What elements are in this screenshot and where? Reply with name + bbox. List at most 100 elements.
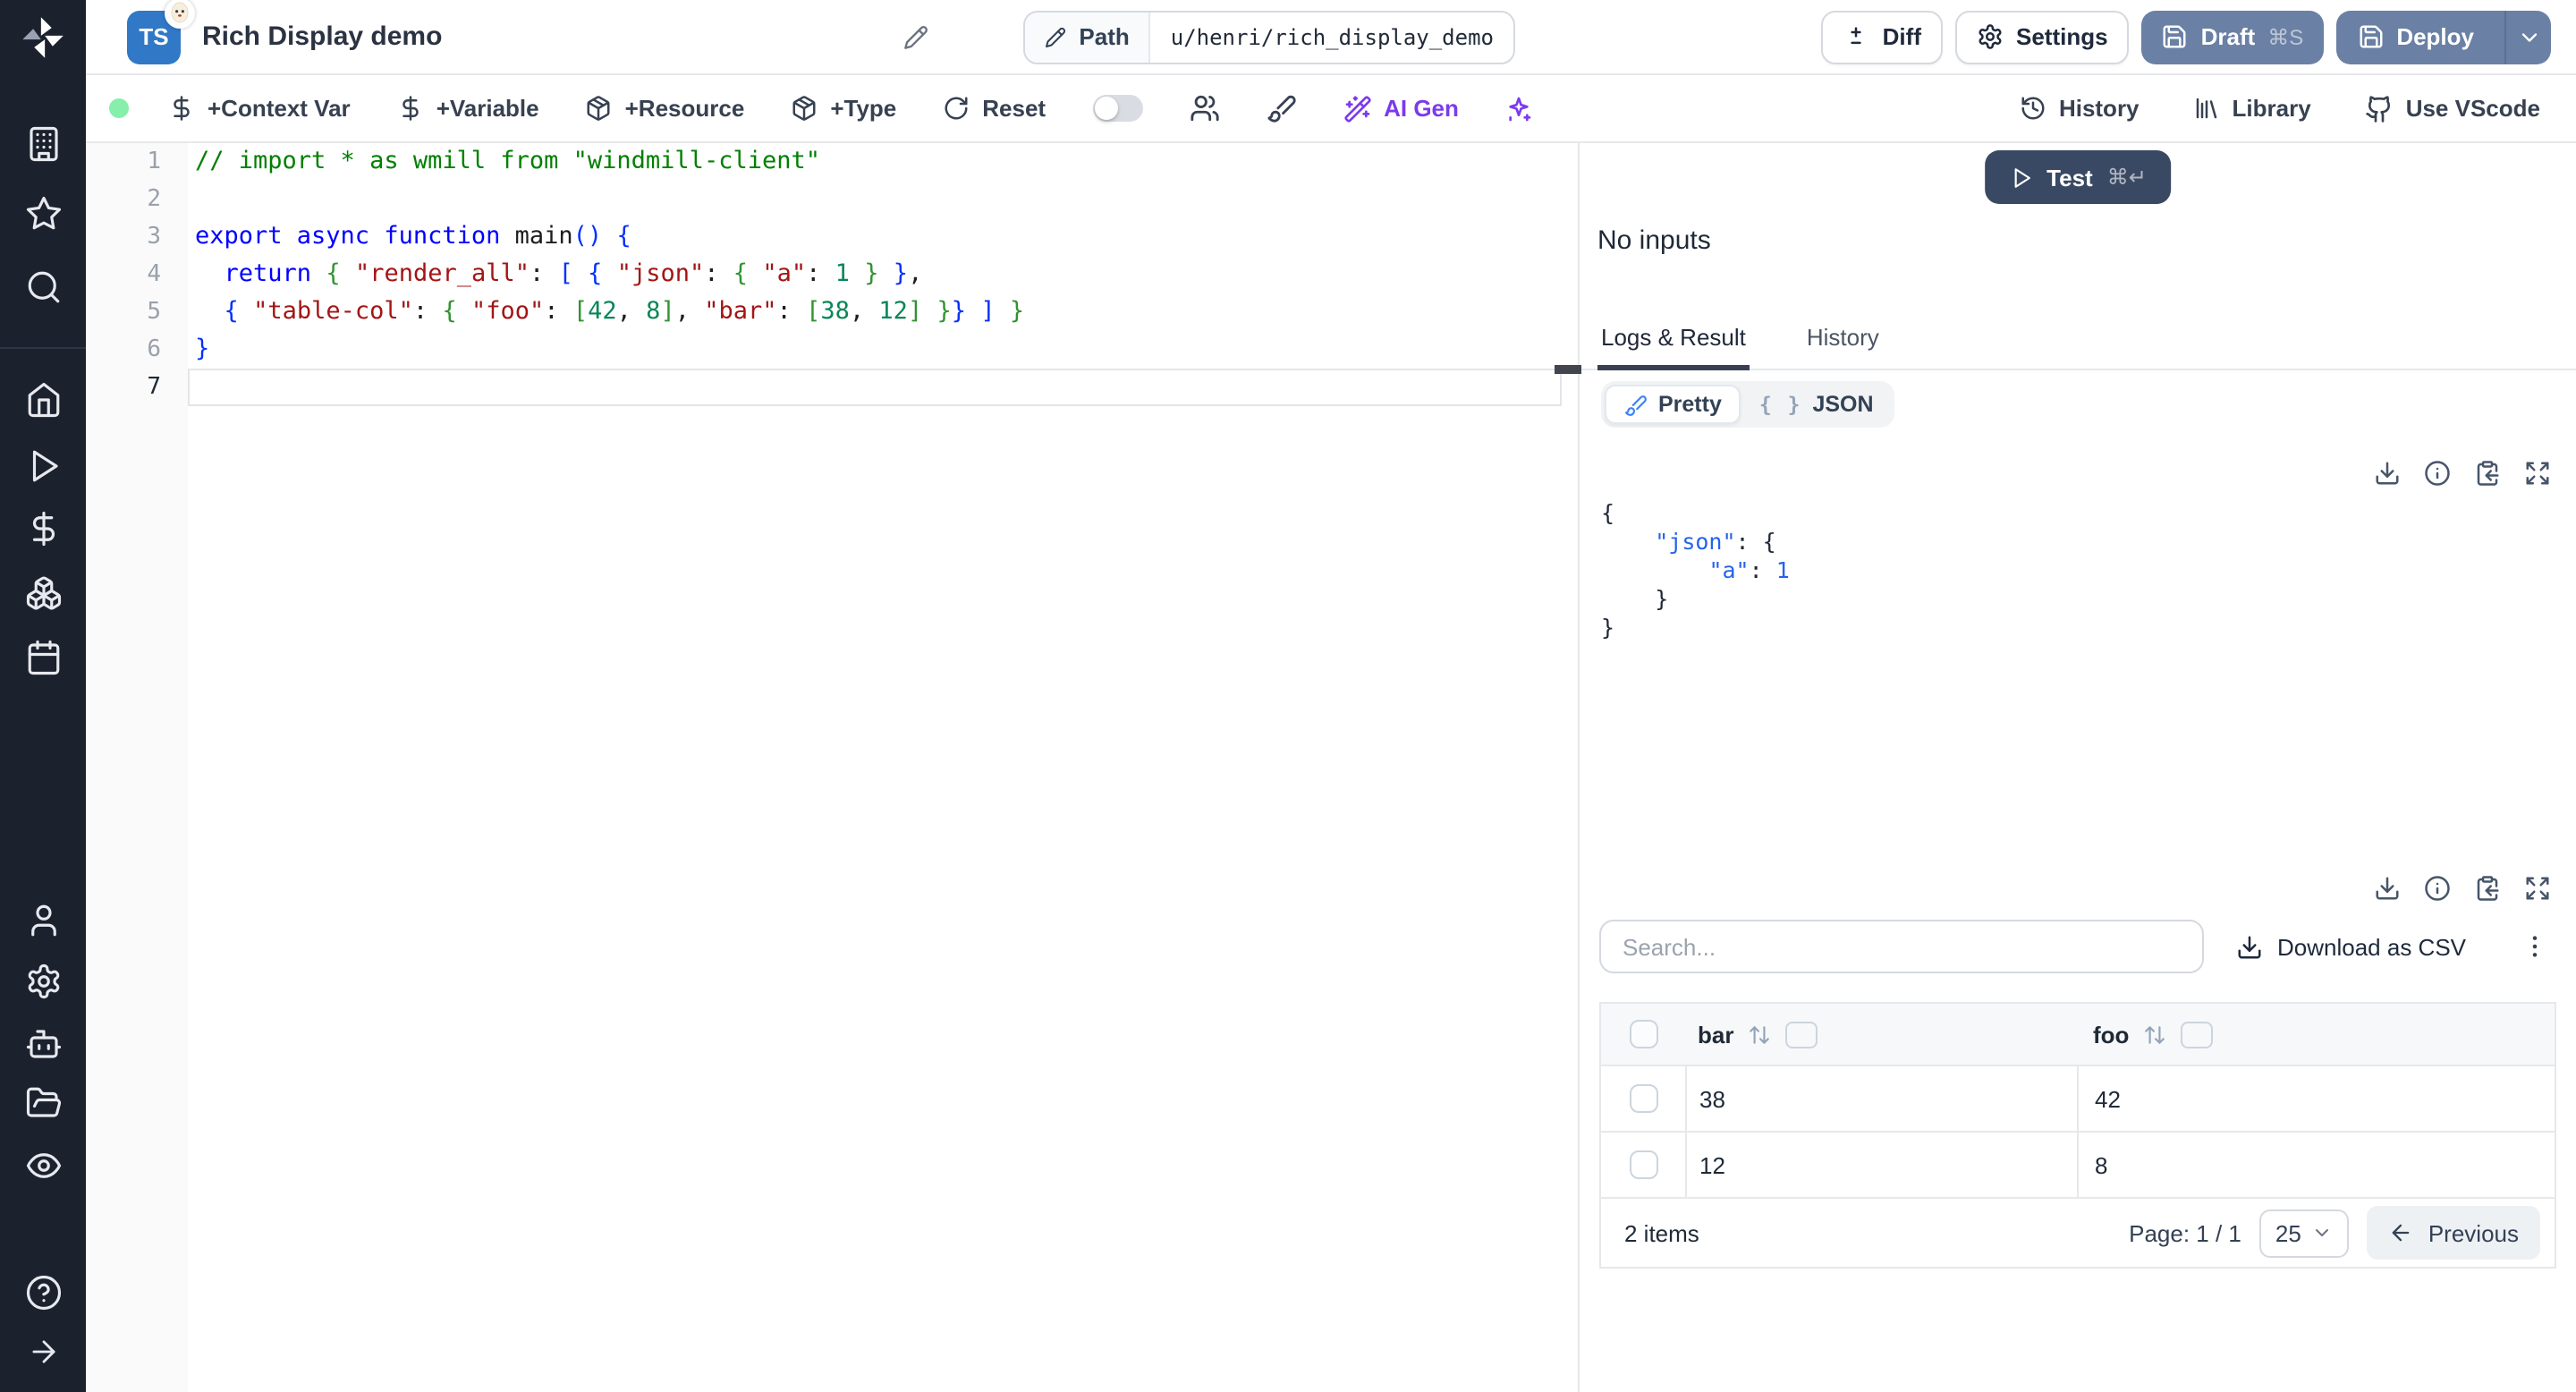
toolbar-left: +Context Var +Variable +Resource +Type R… [168, 93, 1534, 123]
tab-history[interactable]: History [1803, 304, 1883, 369]
sidebar-item-home[interactable] [21, 378, 64, 420]
result-tabs: Logs & Result History [1580, 304, 2576, 370]
download-csv-button[interactable]: Download as CSV [2236, 933, 2466, 960]
table-info-button[interactable] [2424, 875, 2451, 902]
sparkles-icon [1510, 96, 1532, 121]
copy-result-button[interactable] [2474, 460, 2501, 487]
json-label: JSON [1812, 392, 1874, 417]
deploy-main[interactable]: Deploy [2335, 10, 2492, 64]
sidebar-item-users[interactable] [21, 898, 64, 941]
splitter-handle[interactable] [1555, 365, 1581, 374]
format-code-button[interactable] [1266, 93, 1296, 123]
sort-icon[interactable] [1748, 1023, 1771, 1046]
table-header: bar foo [1601, 1004, 2555, 1066]
download-result-button[interactable] [2374, 460, 2401, 487]
table-row: 38 42 [1601, 1066, 2555, 1133]
sidebar-item-runs[interactable] [21, 444, 64, 487]
add-context-var-button[interactable]: +Context Var [168, 95, 351, 122]
sidebar-item-settings[interactable] [21, 959, 64, 1002]
code-editor[interactable]: 1 2 3 4 5 6 7 // import * as wmill from "windm… [86, 143, 1578, 1392]
sidebar-item-search[interactable] [21, 265, 64, 308]
sidebar-item-schedules[interactable] [21, 635, 64, 678]
run-section: Test ⌘↵ No inputs [1580, 143, 2576, 304]
column-toggle-foo[interactable] [2181, 1021, 2214, 1048]
search-input[interactable] [1599, 920, 2204, 973]
page-size-select[interactable]: 25 [2258, 1209, 2350, 1257]
download-icon [2376, 877, 2399, 900]
chevron-down-icon [2316, 1229, 2329, 1236]
table-search-row: Download as CSV [1599, 920, 2556, 973]
deploy-button[interactable]: Deploy [2335, 10, 2551, 64]
expand-table-button[interactable] [2524, 875, 2551, 902]
reset-button[interactable]: Reset [943, 95, 1046, 122]
page-indicator: Page: 1 / 1 [2129, 1219, 2241, 1246]
line-number: 3 [147, 224, 161, 250]
sidebar-item-workers[interactable] [21, 1022, 64, 1065]
toolbar-right: History Library Use VScode [2020, 94, 2576, 123]
diff-button[interactable]: Diff [1821, 10, 1943, 64]
sort-icon[interactable] [2143, 1023, 2166, 1046]
json-view-button[interactable]: { } JSON [1741, 386, 1892, 422]
add-variable-button[interactable]: +Variable [397, 95, 539, 122]
code-line: // import * as wmill from "windmill-clie… [195, 147, 820, 175]
add-resource-button[interactable]: +Resource [586, 95, 745, 122]
diff-icon [1852, 27, 1862, 45]
previous-page-button[interactable]: Previous [2367, 1206, 2540, 1260]
script-emoji-badge [165, 0, 195, 28]
windmill-logo[interactable] [20, 14, 66, 61]
items-count: 2 items [1624, 1219, 1699, 1246]
clipboard-copy-icon [2477, 461, 2499, 486]
ai-gen-button[interactable]: AI Gen [1343, 94, 1459, 123]
use-vscode-button[interactable]: Use VScode [2365, 94, 2540, 123]
pretty-view-button[interactable]: Pretty [1605, 385, 1741, 424]
result-line: } [1601, 614, 1615, 641]
deploy-dropdown-button[interactable] [2504, 10, 2551, 64]
column-toggle-bar[interactable] [1785, 1021, 1818, 1048]
copy-table-button[interactable] [2474, 875, 2501, 902]
building-icon [29, 125, 57, 161]
table-menu-button[interactable] [2521, 932, 2549, 961]
help-icon [25, 1274, 61, 1310]
test-button[interactable]: Test ⌘↵ [1984, 150, 2172, 204]
sidebar-expand-button[interactable] [21, 1329, 64, 1372]
sidebar-item-help[interactable] [21, 1270, 64, 1313]
ai-gen-label: AI Gen [1384, 95, 1459, 122]
edit-summary-button[interactable] [903, 24, 928, 49]
gear-icon [1979, 24, 2002, 49]
result-info-button[interactable] [2424, 460, 2451, 487]
expand-result-button[interactable] [2524, 460, 2551, 487]
sidebar-item-variables[interactable] [21, 506, 64, 549]
sidebar-item-folders[interactable] [21, 1081, 64, 1124]
sidebar-item-resources[interactable] [21, 571, 64, 614]
multiplayer-users-button[interactable] [1189, 93, 1219, 123]
right-panel: Test ⌘↵ No inputs Logs & Result History … [1555, 143, 2576, 1392]
select-all-checkbox[interactable] [1629, 1020, 1657, 1048]
add-type-label: +Type [830, 95, 897, 122]
sidebar-item-favorites[interactable] [21, 191, 64, 234]
settings-button[interactable]: Settings [1955, 10, 2130, 64]
row-checkbox[interactable] [1629, 1150, 1657, 1179]
add-type-button[interactable]: +Type [791, 95, 896, 122]
library-button[interactable]: Library [2193, 95, 2311, 122]
app-root: TS Rich Display demo Path u/henri/rich_d… [0, 0, 2576, 1392]
dollar-icon [174, 96, 190, 121]
path-group[interactable]: Path u/henri/rich_display_demo [1023, 10, 1515, 64]
draft-button[interactable]: Draft ⌘S [2141, 10, 2324, 64]
sidebar-item-workspace[interactable] [21, 122, 64, 165]
sidebar-item-audit-logs[interactable] [21, 1143, 64, 1186]
tab-logs-result[interactable]: Logs & Result [1597, 304, 1750, 370]
ai-sparkles-button[interactable] [1505, 94, 1534, 123]
code-lines[interactable]: // import * as wmill from "windmill-clie… [188, 143, 1578, 1392]
add-resource-label: +Resource [624, 95, 745, 122]
table-cell: 8 [2077, 1133, 2555, 1197]
download-table-button[interactable] [2374, 875, 2401, 902]
history-button[interactable]: History [2020, 95, 2140, 122]
bot-icon [25, 1029, 61, 1057]
path-edit-button[interactable]: Path [1025, 12, 1151, 62]
draft-shortcut: ⌘S [2267, 24, 2304, 49]
page-title: Rich Display demo [202, 21, 443, 52]
table-actions [1580, 875, 2576, 902]
row-checkbox[interactable] [1629, 1084, 1657, 1113]
multiplayer-toggle[interactable] [1092, 95, 1143, 122]
library-icon [2196, 98, 2216, 119]
